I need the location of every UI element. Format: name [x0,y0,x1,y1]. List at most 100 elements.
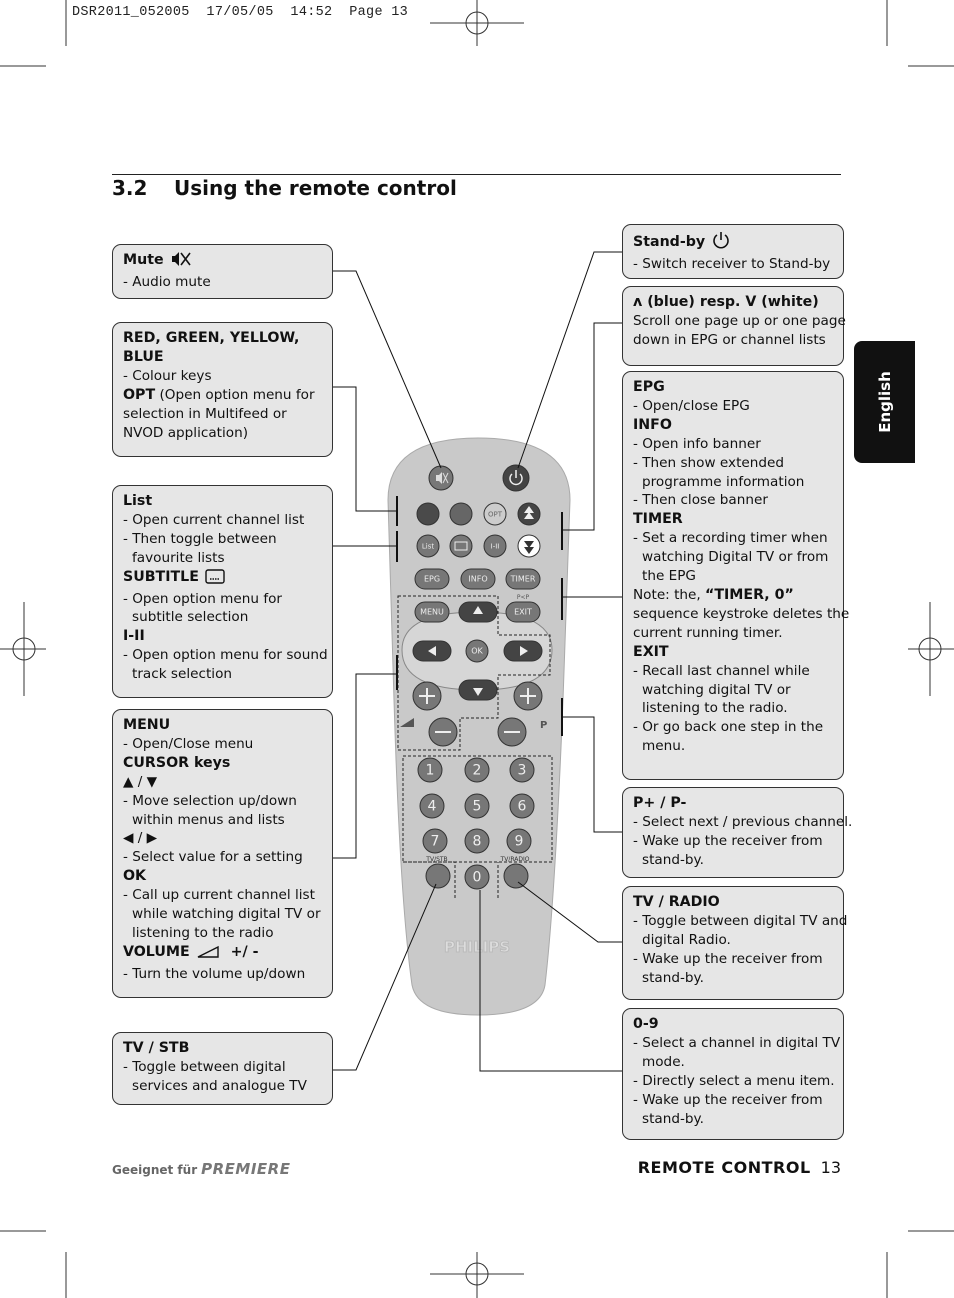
heading-text: INFO [633,416,672,433]
text: (Open option menu for [155,386,315,403]
tv-stb-button[interactable] [425,863,451,889]
text: - Move selection up/down [123,792,297,809]
callout-text: - Toggle between digital TV and [633,912,847,931]
list-button[interactable]: List [416,534,440,558]
text: Note: the, [633,586,706,603]
callout-text: - Open/close EPG [633,397,835,416]
ok-button[interactable]: OK [465,639,489,663]
digit-5-button[interactable]: 5 [464,793,490,819]
text: - Open current channel list [123,511,305,528]
svg-text:8: 8 [473,834,482,850]
text: - Then toggle between [123,530,277,547]
digit-3-button[interactable]: 3 [509,757,535,783]
text: favourite lists [132,549,225,566]
heading-text: TV / STB [123,1040,190,1056]
text: - Open/Close menu [123,735,254,752]
text: sequence keystroke deletes the [633,605,850,622]
svg-text:6: 6 [518,799,527,815]
text: - Call up current channel list [123,887,315,904]
cursor-left-button[interactable] [412,640,452,662]
callout-text: ▲ / ▼ [123,773,324,792]
svg-text:List: List [422,542,434,550]
digit-0-button[interactable]: 0 [464,864,490,890]
callout-text: - Wake up the receiver from [633,1091,835,1110]
text: - Open/close EPG [633,397,750,414]
text: listening to the radio. [642,700,788,717]
cursor-down-button[interactable] [458,679,498,701]
mute-icon [170,251,192,273]
volume-down-button[interactable] [428,717,458,747]
program-label: P [540,720,547,731]
callout-text: stand-by. [633,969,835,988]
heading-text: 0-9 [633,1016,659,1032]
program-up-button[interactable] [513,681,543,711]
info-button[interactable]: INFO [460,568,496,590]
digit-6-button[interactable]: 6 [509,793,535,819]
callout-text: - Call up current channel list [123,886,324,905]
callout-heading: BLUE [123,348,324,367]
digit-4-button[interactable]: 4 [419,793,445,819]
white-page-down-button[interactable] [517,534,541,558]
mute-button[interactable] [428,465,454,491]
page-number: 13 [820,1158,841,1177]
program-down-button[interactable] [497,717,527,747]
heading-text: SUBTITLE [123,568,199,585]
digit-8-button[interactable]: 8 [464,828,490,854]
digit-1-button[interactable]: 1 [417,757,443,783]
red-button[interactable] [416,502,440,526]
text: - Wake up the receiver from [633,832,823,849]
callout-text: mode. [633,1053,835,1072]
digit-9-button[interactable]: 9 [506,828,532,854]
callout-text: - Wake up the receiver from [633,950,835,969]
callout-text: Note: the, “TIMER, 0” [633,586,835,605]
green-button[interactable] [449,502,473,526]
text: - Directly select a menu item. [633,1072,835,1089]
callout-tvradio: TV / RADIO - Toggle between digital TV an… [622,886,847,1000]
yellow-button[interactable]: OPT [483,502,507,526]
callout-text: - Then toggle between [123,530,324,549]
digit-7-button[interactable]: 7 [422,828,448,854]
callout-text: - Recall last channel while [633,662,835,681]
heading-text: BLUE [123,348,164,365]
heading-text: Stand-by [633,234,706,250]
epg-button[interactable]: EPG [414,568,450,590]
callout-heading: List [123,492,324,511]
text: the EPG [642,568,696,585]
text: - Select next / previous channel. [633,813,853,830]
text: - Wake up the receiver from [633,950,823,967]
callout-text: - Switch receiver to Stand-by [633,255,835,274]
timer-button[interactable]: TIMER [505,568,541,590]
callout-scroll: ʌ (blue) resp. V (white) Scroll one page … [622,286,846,366]
callout-text: ◀ / ▶ [123,829,324,848]
callout-heading: MENU [123,716,324,735]
audio-button[interactable]: I-II [483,534,507,558]
callout-epg: EPG - Open/close EPG INFO - Open info banne… [622,371,849,780]
text: stand-by. [642,851,704,868]
callout-text: track selection [123,665,324,684]
standby-button[interactable] [502,464,530,492]
heading-text: I-II [123,628,145,645]
exit-button[interactable]: EXIT [505,601,541,623]
callout-text: stand-by. [633,1110,835,1129]
callout-text: selection in Multifeed or [123,405,324,424]
text: - Colour keys [123,367,212,384]
digit-2-button[interactable]: 2 [464,757,490,783]
svg-text:OPT: OPT [488,510,503,518]
callout-text: down in EPG or channel lists [633,331,835,350]
subtitle-icon [205,568,225,590]
volume-up-button[interactable] [412,681,442,711]
footer-brand: Geeignet für PREMIERE [112,1160,290,1178]
blue-page-up-button[interactable] [517,502,541,526]
callout-text: within menus and lists [123,811,324,830]
text: - Recall last channel while [633,662,810,679]
menu-button[interactable]: MENU [414,601,450,623]
heading-text: EXIT [633,643,669,660]
cursor-up-button[interactable] [458,601,498,623]
callout-text: - Open option menu for [123,590,324,609]
cursor-right-button[interactable] [503,640,543,662]
svg-text:OK: OK [471,647,483,656]
pip-label: P<P [517,594,530,601]
text: stand-by. [642,1110,704,1127]
subtitle-button[interactable] [449,534,473,558]
tv-radio-button[interactable] [503,863,529,889]
